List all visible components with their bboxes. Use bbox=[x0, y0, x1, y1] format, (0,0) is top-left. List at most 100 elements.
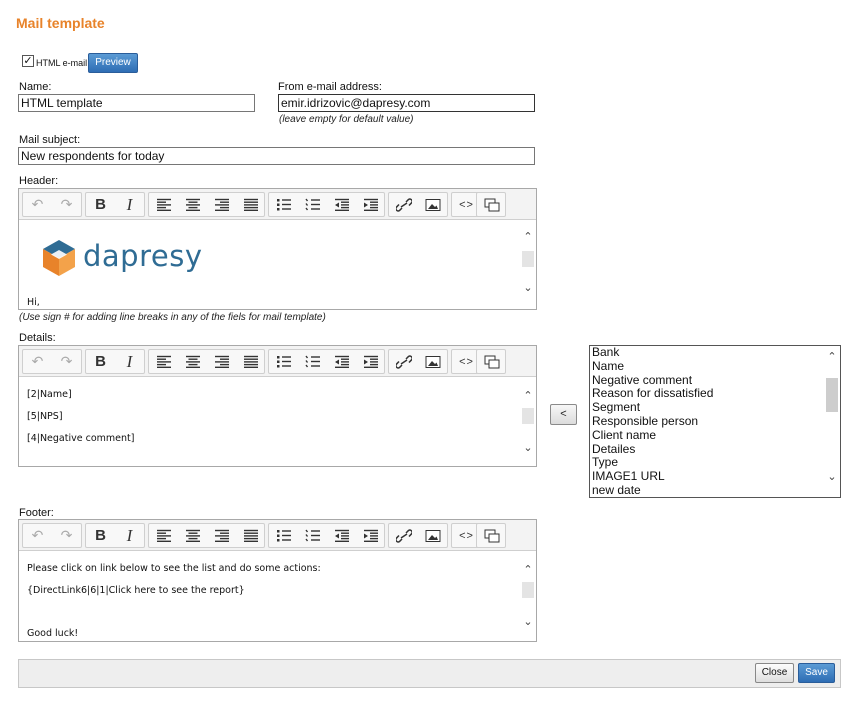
footer-editor[interactable]: ↶ ↷ B I <> Please click on link below to see… bbox=[18, 519, 537, 642]
details-content[interactable]: [2|Name] [5|NPS] [4|Negative comment] bbox=[19, 377, 520, 466]
numbered-list-icon[interactable] bbox=[298, 350, 327, 373]
list-item[interactable]: Reason for dissatisfied bbox=[592, 387, 824, 401]
mail-subject-input[interactable]: New respondents for today bbox=[18, 147, 535, 165]
numbered-list-icon[interactable] bbox=[298, 193, 327, 216]
redo-icon[interactable]: ↷ bbox=[52, 524, 81, 547]
list-item[interactable]: Responsible person bbox=[592, 414, 824, 429]
undo-icon[interactable]: ↶ bbox=[23, 350, 52, 373]
numbered-list-icon[interactable] bbox=[298, 524, 327, 547]
align-left-icon[interactable] bbox=[149, 350, 178, 373]
details-line: [5|NPS] bbox=[27, 411, 63, 422]
align-center-icon[interactable] bbox=[178, 193, 207, 216]
scroll-down-icon[interactable]: ⌄ bbox=[520, 441, 536, 455]
italic-icon[interactable]: I bbox=[115, 193, 144, 216]
details-editor[interactable]: ↶ ↷ B I <> [2|Name] [5|NPS] [4|Negative comm… bbox=[18, 345, 537, 467]
bold-icon[interactable]: B bbox=[86, 193, 115, 216]
list-item[interactable]: IMAGE1 URL bbox=[592, 469, 824, 484]
fields-scrollbar[interactable]: ⌃ ⌄ bbox=[824, 346, 840, 497]
toolbar-group bbox=[268, 523, 385, 548]
justify-icon[interactable] bbox=[236, 350, 265, 373]
footer-scrollbar[interactable]: ⌃ ⌄ bbox=[520, 551, 536, 641]
bullet-list-icon[interactable] bbox=[269, 350, 298, 373]
align-right-icon[interactable] bbox=[207, 193, 236, 216]
page-title: Mail template bbox=[16, 15, 105, 31]
scroll-down-icon[interactable]: ⌄ bbox=[824, 470, 840, 484]
list-item[interactable]: Bank bbox=[592, 346, 824, 360]
bullet-list-icon[interactable] bbox=[269, 524, 298, 547]
from-email-input[interactable]: emir.idrizovic@dapresy.com bbox=[278, 94, 535, 112]
undo-icon[interactable]: ↶ bbox=[23, 524, 52, 547]
list-item[interactable]: Name bbox=[592, 359, 824, 374]
from-email-label: From e-mail address: bbox=[278, 81, 382, 93]
close-button[interactable]: Close bbox=[755, 663, 794, 683]
scroll-up-icon[interactable]: ⌃ bbox=[824, 350, 840, 364]
list-item[interactable]: Segment bbox=[592, 400, 824, 415]
footer-line: Please click on link below to see the li… bbox=[27, 563, 321, 574]
link-icon[interactable] bbox=[389, 524, 418, 547]
details-scrollbar[interactable]: ⌃ ⌄ bbox=[520, 377, 536, 466]
list-item[interactable]: Client name bbox=[592, 428, 824, 443]
outdent-icon[interactable] bbox=[327, 524, 356, 547]
align-left-icon[interactable] bbox=[149, 524, 178, 547]
outdent-icon[interactable] bbox=[327, 350, 356, 373]
preview-button[interactable]: Preview bbox=[88, 53, 138, 73]
list-item[interactable]: Negative comment bbox=[592, 373, 824, 388]
scroll-down-icon[interactable]: ⌄ bbox=[520, 615, 536, 629]
link-icon[interactable] bbox=[389, 350, 418, 373]
italic-icon[interactable]: I bbox=[115, 524, 144, 547]
footer-line: {DirectLink6|6|1|Click here to see the r… bbox=[27, 585, 245, 596]
list-item[interactable]: Type bbox=[592, 456, 824, 470]
details-line: [4|Negative comment] bbox=[27, 433, 135, 444]
mail-subject-label: Mail subject: bbox=[19, 134, 81, 146]
bullet-list-icon[interactable] bbox=[269, 193, 298, 216]
scroll-up-icon[interactable]: ⌃ bbox=[520, 563, 536, 577]
redo-icon[interactable]: ↷ bbox=[52, 350, 81, 373]
indent-icon[interactable] bbox=[356, 193, 385, 216]
header-editor[interactable]: ↶ ↷ B I <> dapresy Hi, ⌃ ⌄ bbox=[18, 188, 537, 310]
scroll-up-icon[interactable]: ⌃ bbox=[520, 389, 536, 403]
scroll-thumb[interactable] bbox=[522, 408, 534, 424]
justify-icon[interactable] bbox=[236, 524, 265, 547]
scroll-thumb[interactable] bbox=[522, 251, 534, 267]
toolbar-group bbox=[388, 192, 448, 217]
scroll-down-icon[interactable]: ⌄ bbox=[520, 281, 536, 295]
indent-icon[interactable] bbox=[356, 524, 385, 547]
details-line: [2|Name] bbox=[27, 389, 72, 400]
align-center-icon[interactable] bbox=[178, 350, 207, 373]
link-icon[interactable] bbox=[389, 193, 418, 216]
scroll-thumb[interactable] bbox=[522, 582, 534, 598]
image-icon[interactable] bbox=[418, 350, 447, 373]
clear-format-icon[interactable] bbox=[477, 350, 506, 373]
list-item[interactable]: new date bbox=[592, 483, 824, 497]
footer-content[interactable]: Please click on link below to see the li… bbox=[19, 551, 520, 641]
toolbar-group: ↶ ↷ bbox=[22, 192, 82, 217]
justify-icon[interactable] bbox=[236, 193, 265, 216]
italic-icon[interactable]: I bbox=[115, 350, 144, 373]
toolbar-group bbox=[476, 192, 506, 217]
list-item[interactable]: Detailes bbox=[592, 442, 824, 457]
toolbar-group: BI bbox=[85, 192, 145, 217]
header-scrollbar[interactable]: ⌃ ⌄ bbox=[520, 220, 536, 309]
bold-icon[interactable]: B bbox=[86, 524, 115, 547]
name-input[interactable]: HTML template bbox=[18, 94, 255, 112]
insert-field-button[interactable]: < bbox=[550, 404, 577, 425]
image-icon[interactable] bbox=[418, 193, 447, 216]
image-icon[interactable] bbox=[418, 524, 447, 547]
bold-icon[interactable]: B bbox=[86, 350, 115, 373]
indent-icon[interactable] bbox=[356, 350, 385, 373]
scroll-up-icon[interactable]: ⌃ bbox=[520, 230, 536, 244]
scroll-thumb[interactable] bbox=[826, 378, 838, 412]
clear-format-icon[interactable] bbox=[477, 524, 506, 547]
align-right-icon[interactable] bbox=[207, 524, 236, 547]
fields-listbox[interactable]: Bank Name Negative comment Reason for di… bbox=[589, 345, 841, 498]
align-center-icon[interactable] bbox=[178, 524, 207, 547]
align-left-icon[interactable] bbox=[149, 193, 178, 216]
header-content[interactable]: dapresy Hi, bbox=[19, 220, 520, 309]
outdent-icon[interactable] bbox=[327, 193, 356, 216]
clear-format-icon[interactable] bbox=[477, 193, 506, 216]
redo-icon[interactable]: ↷ bbox=[52, 193, 81, 216]
html-email-checkbox[interactable]: ✓ bbox=[22, 55, 34, 67]
align-right-icon[interactable] bbox=[207, 350, 236, 373]
undo-icon[interactable]: ↶ bbox=[23, 193, 52, 216]
save-button[interactable]: Save bbox=[798, 663, 835, 683]
